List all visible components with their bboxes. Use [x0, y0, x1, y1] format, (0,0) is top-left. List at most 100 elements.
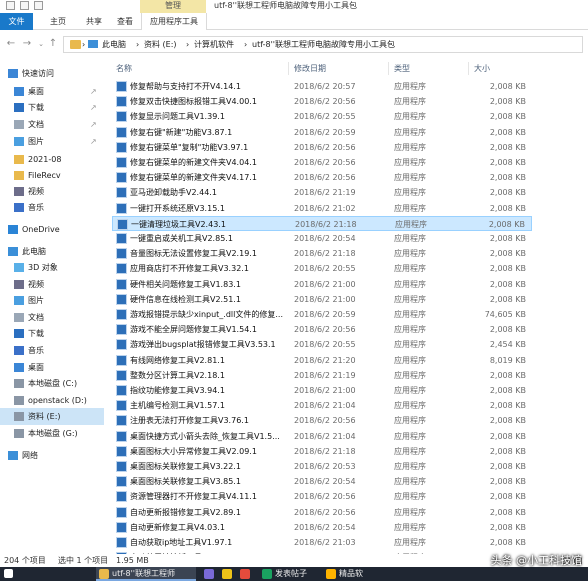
- taskbar-app-icon[interactable]: [204, 569, 214, 579]
- file-date: 2018/6/2 21:02: [294, 203, 356, 213]
- file-row[interactable]: 自动更新修复工具V4.03.1 2018/6/2 20:54 应用程序 2,008 K…: [112, 520, 532, 535]
- file-row[interactable]: 注册表无法打开修复工具V3.76.1 2018/6/2 20:56 应用程序 2,00…: [112, 413, 532, 428]
- windows-start-icon[interactable]: [4, 569, 13, 578]
- nav-item-label: 图片: [28, 296, 44, 305]
- file-row[interactable]: 主机编号检测工具V1.57.1 2018/6/2 21:04 应用程序 2,008 K…: [112, 398, 532, 413]
- file-row[interactable]: 音量图标无法设置修复工具V2.19.1 2018/6/2 21:18 应用程序 2,0…: [112, 246, 532, 261]
- nav-item[interactable]: 视频: [0, 276, 104, 293]
- address-box[interactable]: › 此电脑 › 资料 (E:) › 计算机软件 › utf-8''联想工程师电脑…: [63, 36, 583, 53]
- nav-item[interactable]: 下载: [0, 325, 104, 342]
- nav-item[interactable]: 本地磁盘 (G:): [0, 425, 104, 442]
- nav-item[interactable]: 音乐: [0, 342, 104, 359]
- file-row[interactable]: 整数分区计算工具V2.18.1 2018/6/2 21:19 应用程序 2,008 K…: [112, 368, 532, 383]
- file-row[interactable]: 修复右键菜单的新建文件夹V4.17.1 2018/6/2 20:56 应用程序 2,0…: [112, 170, 532, 185]
- file-date: 2018/6/2 20:55: [294, 112, 356, 122]
- file-row[interactable]: 修复右键菜单"复制"功能V3.97.1 2018/6/2 20:56 应用程序 2,0…: [112, 140, 532, 155]
- nav-item-label: 音乐: [28, 203, 44, 212]
- file-row[interactable]: 指纹功能修复工具V3.94.1 2018/6/2 21:00 应用程序 2,008 K…: [112, 383, 532, 398]
- file-row[interactable]: 修复显示问题工具V1.39.1 2018/6/2 20:55 应用程序 2,008 K…: [112, 109, 532, 124]
- nav-item[interactable]: 文档 ↗: [0, 116, 104, 133]
- nav-item[interactable]: 桌面 ↗: [0, 83, 104, 100]
- taskbar-explorer-window[interactable]: utf-8''联想工程师: [96, 567, 196, 581]
- file-row[interactable]: 有线网络修复工具V2.81.1 2018/6/2 21:20 应用程序 8,019 K…: [112, 353, 532, 368]
- nav-item[interactable]: FileRecv: [0, 167, 104, 184]
- forward-arrow-icon[interactable]: →: [20, 37, 34, 51]
- nav-item[interactable]: OneDrive: [0, 221, 104, 238]
- watermark: 头条 @小工科技馆: [490, 554, 583, 567]
- tab-share[interactable]: 共享: [76, 13, 112, 30]
- file-name: 自动更新报错修复工具V2.89.1: [130, 507, 241, 517]
- nav-item[interactable]: 图片: [0, 292, 104, 309]
- taskbar-app-icon[interactable]: [222, 569, 232, 579]
- file-row[interactable]: 游戏弹出bugsplat报错修复工具V3.53.1 2018/6/2 20:55 应…: [112, 337, 532, 352]
- file-row[interactable]: 一键打开系统还原V3.15.1 2018/6/2 21:02 应用程序 2,008 K…: [112, 201, 532, 216]
- column-header-date[interactable]: 修改日期: [294, 60, 326, 77]
- file-row[interactable]: 桌面图标关联修复工具V3.85.1 2018/6/2 20:54 应用程序 2,008…: [112, 474, 532, 489]
- column-divider[interactable]: [288, 62, 289, 75]
- file-row[interactable]: 资源管理器打不开修复工具V4.11.1 2018/6/2 20:56 应用程序 2,0…: [112, 489, 532, 504]
- application-icon: [116, 339, 127, 351]
- nav-item[interactable]: 此电脑: [0, 243, 104, 260]
- nav-item[interactable]: 3D 对象: [0, 259, 104, 276]
- back-arrow-icon[interactable]: ←: [4, 37, 18, 51]
- breadcrumb-software[interactable]: 计算机软件: [194, 37, 234, 52]
- nav-item[interactable]: 图片 ↗: [0, 133, 104, 150]
- column-header-name[interactable]: 名称: [116, 60, 132, 77]
- file-row[interactable]: 修复右键菜单的新建文件夹V4.04.1 2018/6/2 20:56 应用程序 2,0…: [112, 155, 532, 170]
- nav-item[interactable]: 文档: [0, 309, 104, 326]
- file-row[interactable]: 游戏不能全屏问题修复工具V1.54.1 2018/6/2 20:56 应用程序 2,0…: [112, 322, 532, 337]
- file-size: 2,008 KB: [489, 446, 526, 456]
- quick-access-new-folder-icon[interactable]: [20, 1, 29, 10]
- file-row[interactable]: 自动获取ip地址工具V1.97.1 2018/6/2 21:03 应用程序 2,008…: [112, 535, 532, 550]
- application-icon: [116, 461, 127, 472]
- file-row[interactable]: 自动更新报错修复工具V2.89.1 2018/6/2 20:56 应用程序 2,008…: [112, 505, 532, 520]
- file-size: 2,008 KB: [489, 462, 526, 471]
- nav-item[interactable]: 资料 (E:): [0, 408, 104, 425]
- taskbar-app-icon[interactable]: [240, 569, 250, 579]
- file-row[interactable]: 桌面图标大小异常修复工具V2.09.1 2018/6/2 21:18 应用程序 2,0…: [112, 444, 532, 459]
- nav-item[interactable]: 本地磁盘 (C:): [0, 375, 104, 392]
- tab-view[interactable]: 查看: [110, 13, 140, 30]
- column-divider[interactable]: [388, 62, 389, 75]
- breadcrumb-current-folder[interactable]: utf-8''联想工程师电脑故障专用小工具包: [252, 37, 395, 52]
- breadcrumb-drive-e[interactable]: 资料 (E:): [144, 37, 177, 52]
- tab-home[interactable]: 主页: [40, 13, 76, 30]
- quick-access-properties-icon[interactable]: [6, 1, 15, 10]
- file-date: 2018/6/2 21:19: [294, 370, 356, 380]
- file-row[interactable]: 游戏报错提示缺少xinput_.dll文件的修复... 2018/6/2 20:5…: [112, 307, 532, 322]
- file-size: 2,008 KB: [489, 507, 526, 517]
- file-row[interactable]: 一键清理垃圾工具V2.43.1 2018/6/2 21:18 应用程序 2,008 K…: [112, 215, 532, 231]
- column-divider[interactable]: [468, 62, 469, 75]
- up-arrow-icon[interactable]: ↑: [46, 37, 60, 51]
- nav-item[interactable]: 音乐: [0, 199, 104, 216]
- taskbar-window-post[interactable]: 发表帖子: [262, 567, 322, 581]
- nav-item[interactable]: openstack (D:): [0, 392, 104, 409]
- manage-tab[interactable]: 管理: [140, 0, 206, 13]
- file-row[interactable]: 硬件信息在线检测工具V2.51.1 2018/6/2 21:00 应用程序 2,008…: [112, 292, 532, 307]
- file-row[interactable]: 一键重启或关机工具V2.85.1 2018/6/2 20:54 应用程序 2,008 …: [112, 231, 532, 246]
- file-row[interactable]: 桌面快捷方式小箭头去除_恢复工具V1.5... 2018/6/2 21:04 应用程…: [112, 429, 532, 444]
- file-row[interactable]: 亚马逊卸载助手V2.44.1 2018/6/2 21:19 应用程序 2,008 KB: [112, 185, 532, 200]
- nav-item[interactable]: 视频: [0, 183, 104, 200]
- taskbar-window-software[interactable]: 精品软: [326, 567, 386, 581]
- quick-access-checkbox-icon[interactable]: [34, 1, 43, 10]
- nav-item[interactable]: 2021-08: [0, 151, 104, 168]
- tab-application-tools[interactable]: 应用程序工具: [141, 13, 207, 30]
- nav-item[interactable]: 网络: [0, 447, 104, 464]
- nav-item[interactable]: 快速访问: [0, 65, 104, 82]
- breadcrumb-this-pc[interactable]: 此电脑: [102, 37, 126, 52]
- nav-item[interactable]: 桌面: [0, 359, 104, 376]
- file-row[interactable]: 修复双击快捷图标报错工具V4.00.1 2018/6/2 20:56 应用程序 2,0…: [112, 94, 532, 109]
- file-type: 应用程序: [394, 188, 426, 198]
- column-header-size[interactable]: 大小: [474, 60, 490, 77]
- file-row[interactable]: 修复右键"新建"功能V3.87.1 2018/6/2 20:59 应用程序 2,008…: [112, 125, 532, 140]
- column-header-type[interactable]: 类型: [394, 60, 410, 77]
- file-row[interactable]: 硬件相关问题修复工具V1.83.1 2018/6/2 21:00 应用程序 2,008…: [112, 277, 532, 292]
- file-row[interactable]: 桌面图标关联修复工具V3.22.1 2018/6/2 20:53 应用程序 2,008…: [112, 459, 532, 474]
- nav-item[interactable]: 下载 ↗: [0, 99, 104, 116]
- tab-file[interactable]: 文件: [0, 13, 33, 30]
- file-row[interactable]: 修复帮助与支持打不开V4.14.1 2018/6/2 20:57 应用程序 2,008…: [112, 79, 532, 94]
- status-selected-count: 选中 1 个项目: [58, 556, 109, 565]
- file-row[interactable]: 应用商店打不开修复工具V3.32.1 2018/6/2 20:55 应用程序 2,00…: [112, 261, 532, 276]
- file-size: 2,008 KB: [489, 249, 526, 259]
